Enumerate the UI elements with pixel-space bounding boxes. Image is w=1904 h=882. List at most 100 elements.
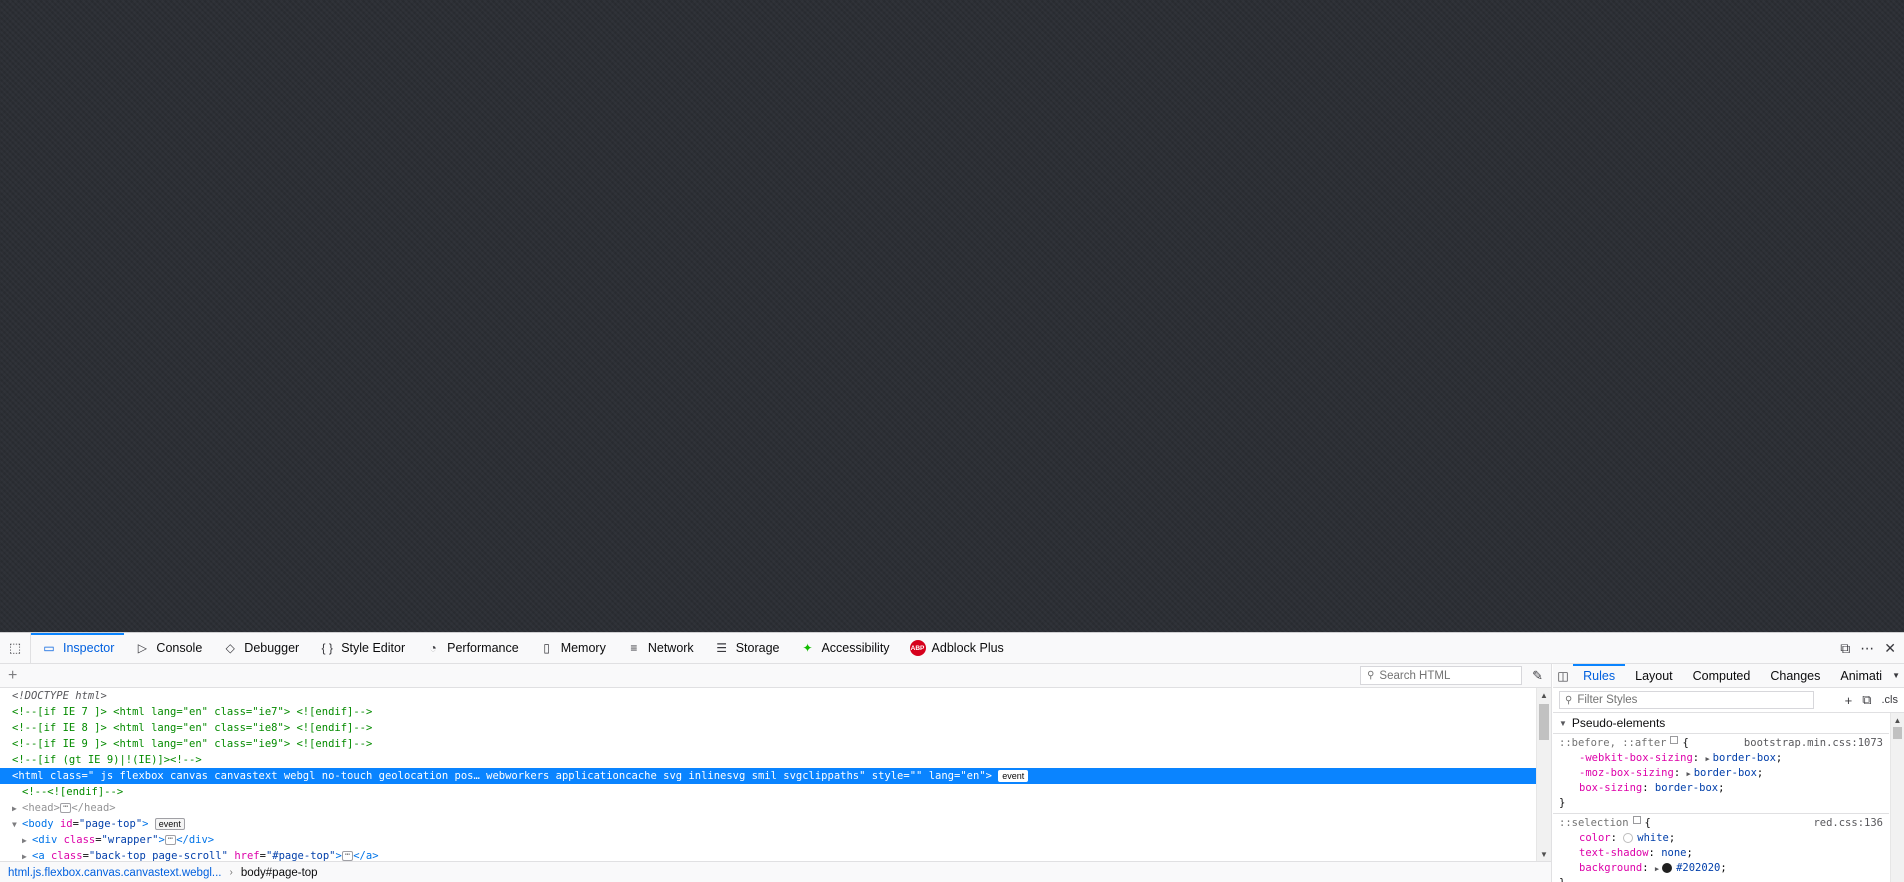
rules-scrollbar[interactable]: ▲	[1890, 713, 1904, 882]
property-value[interactable]: border-box	[1713, 752, 1776, 764]
cls-toggle-button[interactable]: .cls	[1882, 694, 1899, 706]
rule-selector[interactable]: ::before, ::after	[1559, 736, 1666, 751]
collapsed-ellipsis[interactable]: ⋯	[59, 803, 72, 813]
property-value[interactable]: none	[1661, 847, 1686, 859]
expand-arrow-icon[interactable]: ▶	[1655, 865, 1659, 873]
open-brace: {	[1644, 817, 1651, 829]
tab-storage[interactable]: ☰ Storage	[704, 633, 790, 663]
tab-label: Style Editor	[341, 641, 406, 655]
scroll-thumb[interactable]	[1539, 704, 1549, 740]
property-value[interactable]: #202020	[1676, 862, 1720, 874]
event-badge[interactable]: event	[998, 770, 1029, 782]
property-value[interactable]: border-box	[1694, 767, 1757, 779]
collapsed-ellipsis[interactable]: ⋯	[341, 851, 354, 861]
property-value[interactable]: white	[1637, 832, 1669, 844]
tab-animations[interactable]: Animati	[1830, 664, 1892, 687]
tab-computed[interactable]: Computed	[1683, 664, 1761, 687]
tab-console[interactable]: ▷ Console	[124, 633, 212, 663]
tab-accessibility[interactable]: ✦ Accessibility	[789, 633, 899, 663]
rule-selector[interactable]: ::selection	[1559, 816, 1629, 831]
tab-performance[interactable]: ◔ Performance	[415, 633, 529, 663]
search-html-input[interactable]: ⚲ Search HTML	[1360, 666, 1523, 685]
breadcrumb-item-html[interactable]: html.js.flexbox.canvas.canvastext.webgl.…	[8, 867, 222, 879]
attr-name: lang	[928, 770, 954, 782]
scroll-up-icon[interactable]: ▲	[1537, 688, 1551, 702]
eyedropper-icon[interactable]: ✎	[1532, 668, 1543, 684]
property-name[interactable]: background	[1579, 862, 1642, 874]
rule-header: ::before, ::after { bootstrap.min.css:10…	[1559, 736, 1883, 751]
markup-line-comment[interactable]: <!--[if (gt IE 9)|!(IE)]><!-->	[0, 752, 1536, 768]
expand-arrow-icon[interactable]: ▶	[22, 833, 32, 849]
css-declaration[interactable]: -webkit-box-sizing: ▶ border-box;	[1559, 751, 1883, 766]
markup-line-div[interactable]: ▶ <div class="wrapper"> ⋯ </div>	[0, 832, 1536, 848]
event-badge[interactable]: event	[154, 818, 185, 830]
css-declaration[interactable]: background: ▶ #202020;	[1559, 861, 1883, 876]
pseudo-elements-header[interactable]: ▼ Pseudo-elements	[1553, 713, 1889, 734]
tab-style-editor[interactable]: { } Style Editor	[309, 633, 415, 663]
markup-scrollbar[interactable]: ▲ ▼	[1536, 688, 1551, 861]
dock-toggle-icon[interactable]: ⧉	[1840, 640, 1850, 657]
markup-line-head[interactable]: ▶ <head> ⋯ </head>	[0, 800, 1536, 816]
tab-rules[interactable]: Rules	[1573, 664, 1626, 687]
css-declaration[interactable]: box-sizing: border-box;	[1559, 781, 1883, 796]
collapsed-ellipsis[interactable]: ⋯	[164, 835, 177, 845]
expand-arrow-icon[interactable]: ▶	[22, 849, 32, 861]
highlight-selector-icon[interactable]	[1670, 736, 1679, 744]
color-swatch[interactable]	[1662, 863, 1673, 873]
css-declaration[interactable]: text-shadow: none;	[1559, 846, 1883, 861]
expand-arrow-icon[interactable]: ▶	[1705, 755, 1709, 763]
add-rule-icon[interactable]: +	[1845, 693, 1853, 708]
collapse-arrow-icon[interactable]: ▼	[12, 817, 22, 833]
breadcrumb-item-body[interactable]: body#page-top	[241, 867, 318, 879]
filter-icon: ⚲	[1565, 694, 1573, 706]
devtools-panel: ⬚ ▭ Inspector ▷ Console ◇ Debugger { } S…	[0, 632, 1904, 882]
scroll-up-icon[interactable]: ▲	[1891, 713, 1904, 727]
tab-debugger[interactable]: ◇ Debugger	[212, 633, 309, 663]
property-name[interactable]: -webkit-box-sizing	[1579, 752, 1693, 764]
comment-text: <!--[if IE 7 ]> <html lang="en" class="i…	[12, 706, 373, 718]
css-declaration[interactable]: -moz-box-sizing: ▶ border-box;	[1559, 766, 1883, 781]
rule-source-link[interactable]: bootstrap.min.css:1073	[1744, 736, 1883, 751]
attr-name: href	[234, 850, 260, 861]
tab-inspector[interactable]: ▭ Inspector	[31, 633, 125, 663]
toolbar-actions: ⧉ ⋯ ✕	[1840, 633, 1904, 663]
property-name[interactable]: text-shadow	[1579, 847, 1649, 859]
scroll-down-icon[interactable]: ▼	[1537, 847, 1551, 861]
highlight-selector-icon[interactable]	[1632, 816, 1641, 824]
add-node-icon[interactable]: +	[8, 667, 17, 684]
toggle-pseudo-classes-icon[interactable]: ⧉	[1862, 692, 1871, 708]
property-name[interactable]: box-sizing	[1579, 782, 1642, 794]
attr-value: "#page-top"	[265, 850, 336, 861]
markup-toolbar: + ⚲ Search HTML ✎	[0, 664, 1551, 688]
property-name[interactable]: -moz-box-sizing	[1579, 767, 1674, 779]
css-declaration[interactable]: color: white;	[1559, 831, 1883, 846]
scroll-thumb[interactable]	[1893, 727, 1902, 739]
property-name[interactable]: color	[1579, 832, 1611, 844]
tab-memory[interactable]: ▯ Memory	[529, 633, 616, 663]
markup-line-html-selected[interactable]: <html class=" js flexbox canvas canvaste…	[0, 768, 1536, 784]
chevron-down-icon[interactable]: ▼	[1892, 664, 1904, 687]
filter-placeholder: Filter Styles	[1577, 694, 1638, 706]
expand-arrow-icon[interactable]: ▶	[1686, 770, 1690, 778]
tab-layout[interactable]: Layout	[1625, 664, 1683, 687]
markup-line-comment[interactable]: <!--[if IE 9 ]> <html lang="en" class="i…	[0, 736, 1536, 752]
markup-line-comment[interactable]: <!--<![endif]-->	[0, 784, 1536, 800]
toggle-pane-icon[interactable]: ◫	[1553, 664, 1573, 687]
filter-styles-input[interactable]: ⚲ Filter Styles	[1559, 691, 1814, 709]
close-icon[interactable]: ✕	[1884, 640, 1896, 657]
markup-line-anchor[interactable]: ▶ <a class="back-top page-scroll" href="#…	[0, 848, 1536, 861]
expand-arrow-icon[interactable]: ▶	[12, 801, 22, 817]
color-swatch[interactable]	[1623, 833, 1634, 843]
property-value[interactable]: border-box	[1655, 782, 1718, 794]
rule-source-link[interactable]: red.css:136	[1813, 816, 1883, 831]
more-options-icon[interactable]: ⋯	[1860, 640, 1874, 657]
markup-line-body[interactable]: ▼ <body id="page-top"> event	[0, 816, 1536, 832]
markup-line-comment[interactable]: <!--[if IE 7 ]> <html lang="en" class="i…	[0, 704, 1536, 720]
markup-line-comment[interactable]: <!--[if IE 8 ]> <html lang="en" class="i…	[0, 720, 1536, 736]
tab-network[interactable]: ≡ Network	[616, 633, 704, 663]
a-tag: <a	[32, 850, 51, 861]
markup-line-doctype[interactable]: <!DOCTYPE html>	[0, 688, 1536, 704]
tab-adblock-plus[interactable]: ABP Adblock Plus	[900, 633, 1014, 663]
tab-changes[interactable]: Changes	[1760, 664, 1830, 687]
element-picker-button[interactable]: ⬚	[0, 633, 31, 663]
